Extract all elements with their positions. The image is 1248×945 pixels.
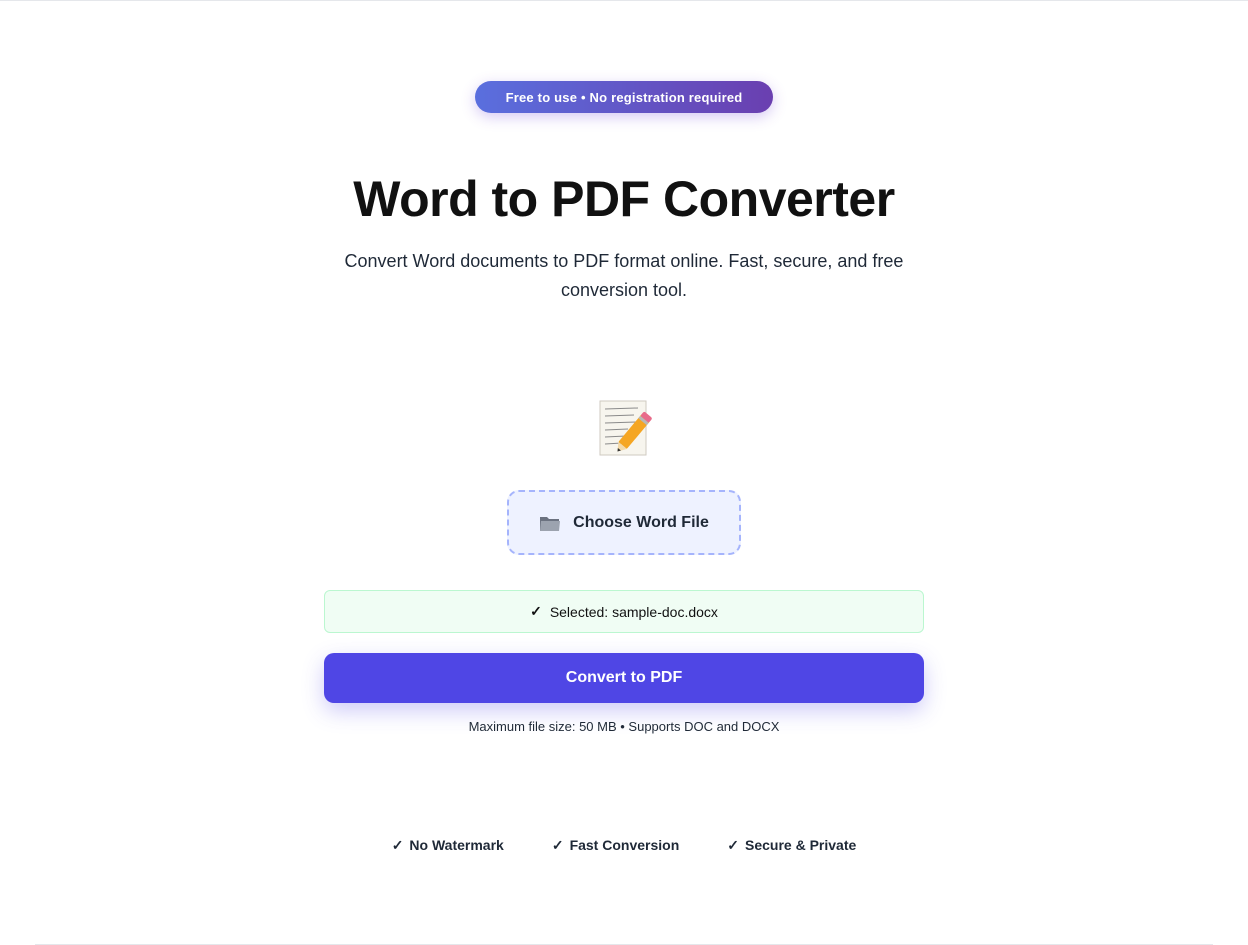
feature-label: Fast Conversion [569,837,680,853]
feature-secure-private: ✓ Secure & Private [727,835,856,855]
choose-word-file-label: Choose Word File [573,513,709,531]
feature-list: ✓ No Watermark ✓ Fast Conversion ✓ Secur… [0,835,1248,855]
choose-word-file-button[interactable]: Choose Word File [507,490,741,555]
check-icon: ✓ [727,836,739,853]
file-size-info: Maximum file size: 50 MB • Supports DOC … [468,719,780,734]
feature-label: Secure & Private [745,837,857,853]
memo-pencil-icon [599,400,652,456]
selected-file-status: ✓ Selected: sample-doc.docx [324,590,924,633]
selected-file-text: Selected: sample-doc.docx [549,603,718,620]
feature-no-watermark: ✓ No Watermark [392,835,504,855]
page-title: Word to PDF Converter [353,171,895,227]
page-subtitle: Convert Word documents to PDF format onl… [344,251,904,300]
check-icon: ✓ [530,603,542,619]
free-badge: Free to use • No registration required [475,81,773,113]
feature-fast-conversion: ✓ Fast Conversion [552,835,679,855]
folder-icon [540,516,561,531]
check-icon: ✓ [391,836,404,853]
convert-to-pdf-button[interactable]: Convert to PDF [324,653,924,703]
feature-label: No Watermark [409,837,504,853]
check-icon: ✓ [551,836,564,853]
